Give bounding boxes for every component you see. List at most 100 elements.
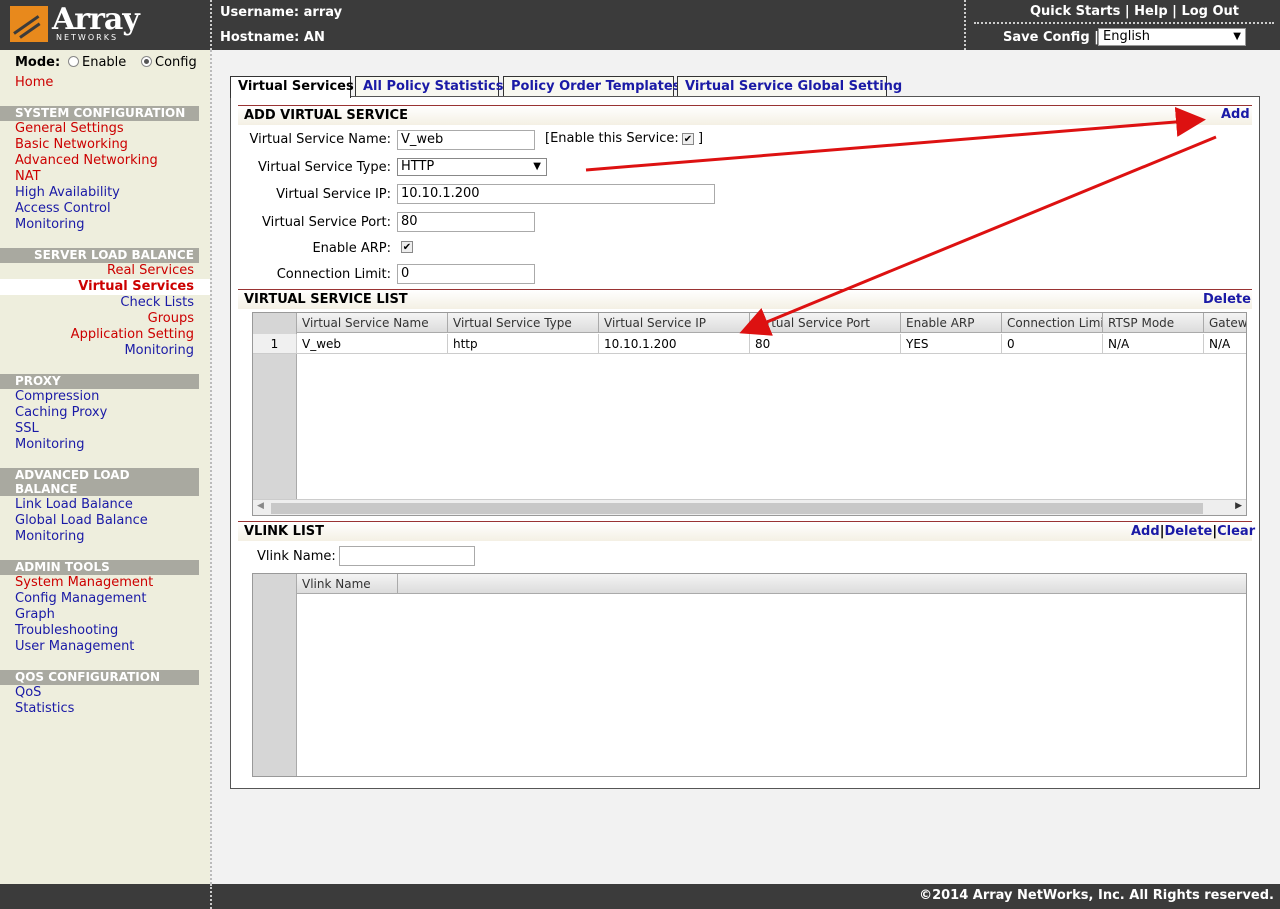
username-label: Username: xyxy=(220,5,300,20)
mode-label: Mode: xyxy=(15,55,61,70)
check-icon: ✔ xyxy=(683,134,693,145)
nav-compression[interactable]: Compression xyxy=(15,389,99,404)
nav-advanced-networking[interactable]: Advanced Networking xyxy=(15,153,158,168)
nav-graph[interactable]: Graph xyxy=(15,607,55,622)
mode-config-radio[interactable]: Config xyxy=(141,55,197,70)
scroll-right-icon[interactable]: ▶ xyxy=(1235,501,1242,511)
sidebar: Mode: Enable Config Home SYSTEM CONFIGUR… xyxy=(0,50,210,884)
nav-nat[interactable]: NAT xyxy=(15,169,41,184)
nav-global-load-balance[interactable]: Global Load Balance xyxy=(15,513,148,528)
save-config-link[interactable]: Save Config xyxy=(1003,30,1090,45)
enable-service-label: [Enable this Service: xyxy=(545,131,679,146)
col-gateway[interactable]: Gatew xyxy=(1204,313,1246,333)
username-value: array xyxy=(303,5,343,20)
connection-limit-input[interactable]: 0 xyxy=(397,264,535,284)
nav-monitoring-slb[interactable]: Monitoring xyxy=(124,343,194,358)
link-sep: | xyxy=(1124,4,1130,19)
table-cell-type[interactable]: http xyxy=(448,334,599,354)
radio-selected-icon xyxy=(141,56,152,67)
col-rtsp-mode[interactable]: RTSP Mode xyxy=(1103,313,1204,333)
help-link[interactable]: Help xyxy=(1134,4,1167,19)
nav-basic-networking[interactable]: Basic Networking xyxy=(15,137,128,152)
enable-arp-checkbox[interactable]: ✔ xyxy=(401,241,413,253)
vlink-name-input[interactable] xyxy=(339,546,475,566)
tab-all-policy-statistics[interactable]: All Policy Statistics xyxy=(355,76,503,97)
col-virtual-service-ip[interactable]: Virtual Service IP xyxy=(599,313,750,333)
col-vlink-name[interactable]: Vlink Name xyxy=(297,574,398,594)
grid-header-row: Vlink Name xyxy=(253,574,1246,594)
mode-enable-radio[interactable]: Enable xyxy=(68,55,126,70)
col-enable-arp[interactable]: Enable ARP xyxy=(901,313,1002,333)
nav-system-management[interactable]: System Management xyxy=(15,575,153,590)
tab-virtual-service-global-setting[interactable]: Virtual Service Global Setting xyxy=(677,76,902,97)
row-index[interactable]: 1 xyxy=(253,334,297,354)
mode-enable-label: Enable xyxy=(82,55,127,70)
language-value: English xyxy=(1103,29,1150,44)
scrollbar-thumb[interactable] xyxy=(271,503,1203,514)
nav-general-settings[interactable]: General Settings xyxy=(15,121,124,136)
vlink-clear-link[interactable]: Clear xyxy=(1217,524,1255,539)
nav-config-management[interactable]: Config Management xyxy=(15,591,146,606)
table-cell-gateway[interactable]: N/A xyxy=(1204,334,1246,354)
nav-check-lists[interactable]: Check Lists xyxy=(120,295,194,310)
horizontal-scrollbar[interactable]: ◀ ▶ xyxy=(253,499,1246,515)
quick-starts-link[interactable]: Quick Starts xyxy=(1030,4,1120,19)
nav-monitoring-alb[interactable]: Monitoring xyxy=(15,529,85,544)
vlink-name-label: Vlink Name: xyxy=(257,549,336,564)
header-divider xyxy=(210,0,212,50)
col-virtual-service-type[interactable]: Virtual Service Type xyxy=(448,313,599,333)
tab-policy-order-templates[interactable]: Policy Order Templates xyxy=(503,76,680,97)
nav-caching-proxy[interactable]: Caching Proxy xyxy=(15,405,107,420)
vs-ip-input[interactable]: 10.10.1.200 xyxy=(397,184,715,204)
grid-corner xyxy=(253,574,297,594)
nav-real-services[interactable]: Real Services xyxy=(107,263,194,278)
vs-port-input[interactable]: 80 xyxy=(397,212,535,232)
footer: ©2014 Array NetWorks, Inc. All Rights re… xyxy=(0,884,1280,909)
enable-service-checkbox[interactable]: ✔ xyxy=(682,133,694,145)
header-divider-h xyxy=(974,22,1274,24)
vs-name-input[interactable]: V_web xyxy=(397,130,535,150)
table-cell-rtsp[interactable]: N/A xyxy=(1103,334,1204,354)
nav-ssl[interactable]: SSL xyxy=(15,421,39,436)
sidebar-divider xyxy=(210,50,212,884)
tab-virtual-services[interactable]: Virtual Services xyxy=(230,76,354,98)
vs-type-label: Virtual Service Type: xyxy=(257,160,391,175)
vlink-add-link[interactable]: Add xyxy=(1131,524,1160,539)
table-cell-ip[interactable]: 10.10.1.200 xyxy=(599,334,750,354)
nav-monitoring-system[interactable]: Monitoring xyxy=(15,217,85,232)
nav-user-management[interactable]: User Management xyxy=(15,639,134,654)
section-server-load-balance: SERVER LOAD BALANCE xyxy=(0,248,199,263)
top-bar: Array NETWORKS Username: array Hostname:… xyxy=(0,0,1280,50)
nav-qos[interactable]: QoS xyxy=(15,685,41,700)
table-cell-arp[interactable]: YES xyxy=(901,334,1002,354)
nav-monitoring-proxy[interactable]: Monitoring xyxy=(15,437,85,452)
home-link[interactable]: Home xyxy=(15,75,53,90)
col-connection-limit[interactable]: Connection Limit xyxy=(1002,313,1103,333)
col-virtual-service-name[interactable]: Virtual Service Name xyxy=(297,313,448,333)
table-cell-port[interactable]: 80 xyxy=(750,334,901,354)
vs-type-select[interactable]: HTTP ▼ xyxy=(397,158,547,176)
nav-access-control[interactable]: Access Control xyxy=(15,201,111,216)
table-cell-name[interactable]: V_web xyxy=(297,334,448,354)
enable-service-close: ] xyxy=(698,131,704,146)
nav-virtual-services[interactable]: Virtual Services xyxy=(78,279,194,294)
hostname-value: AN xyxy=(303,30,325,45)
logo-mark-icon xyxy=(10,6,48,42)
nav-troubleshooting[interactable]: Troubleshooting xyxy=(15,623,118,638)
col-virtual-service-port[interactable]: Virtual Service Port xyxy=(750,313,901,333)
delete-link[interactable]: Delete xyxy=(1203,292,1251,307)
section-advanced-load-balance: ADVANCED LOAD BALANCE xyxy=(0,468,199,496)
nav-high-availability[interactable]: High Availability xyxy=(15,185,120,200)
nav-link-load-balance[interactable]: Link Load Balance xyxy=(15,497,133,512)
vlink-delete-link[interactable]: Delete xyxy=(1164,524,1212,539)
table-cell-conn-limit[interactable]: 0 xyxy=(1002,334,1103,354)
nav-groups[interactable]: Groups xyxy=(148,311,194,326)
add-link[interactable]: Add xyxy=(1221,107,1250,122)
hostname-label: Hostname: xyxy=(220,30,300,45)
logout-link[interactable]: Log Out xyxy=(1181,4,1239,19)
chevron-down-icon: ▼ xyxy=(533,161,541,172)
nav-statistics[interactable]: Statistics xyxy=(15,701,74,716)
language-select[interactable]: English ▼ xyxy=(1098,28,1246,46)
nav-application-setting[interactable]: Application Setting xyxy=(71,327,194,342)
scroll-left-icon[interactable]: ◀ xyxy=(257,501,264,511)
